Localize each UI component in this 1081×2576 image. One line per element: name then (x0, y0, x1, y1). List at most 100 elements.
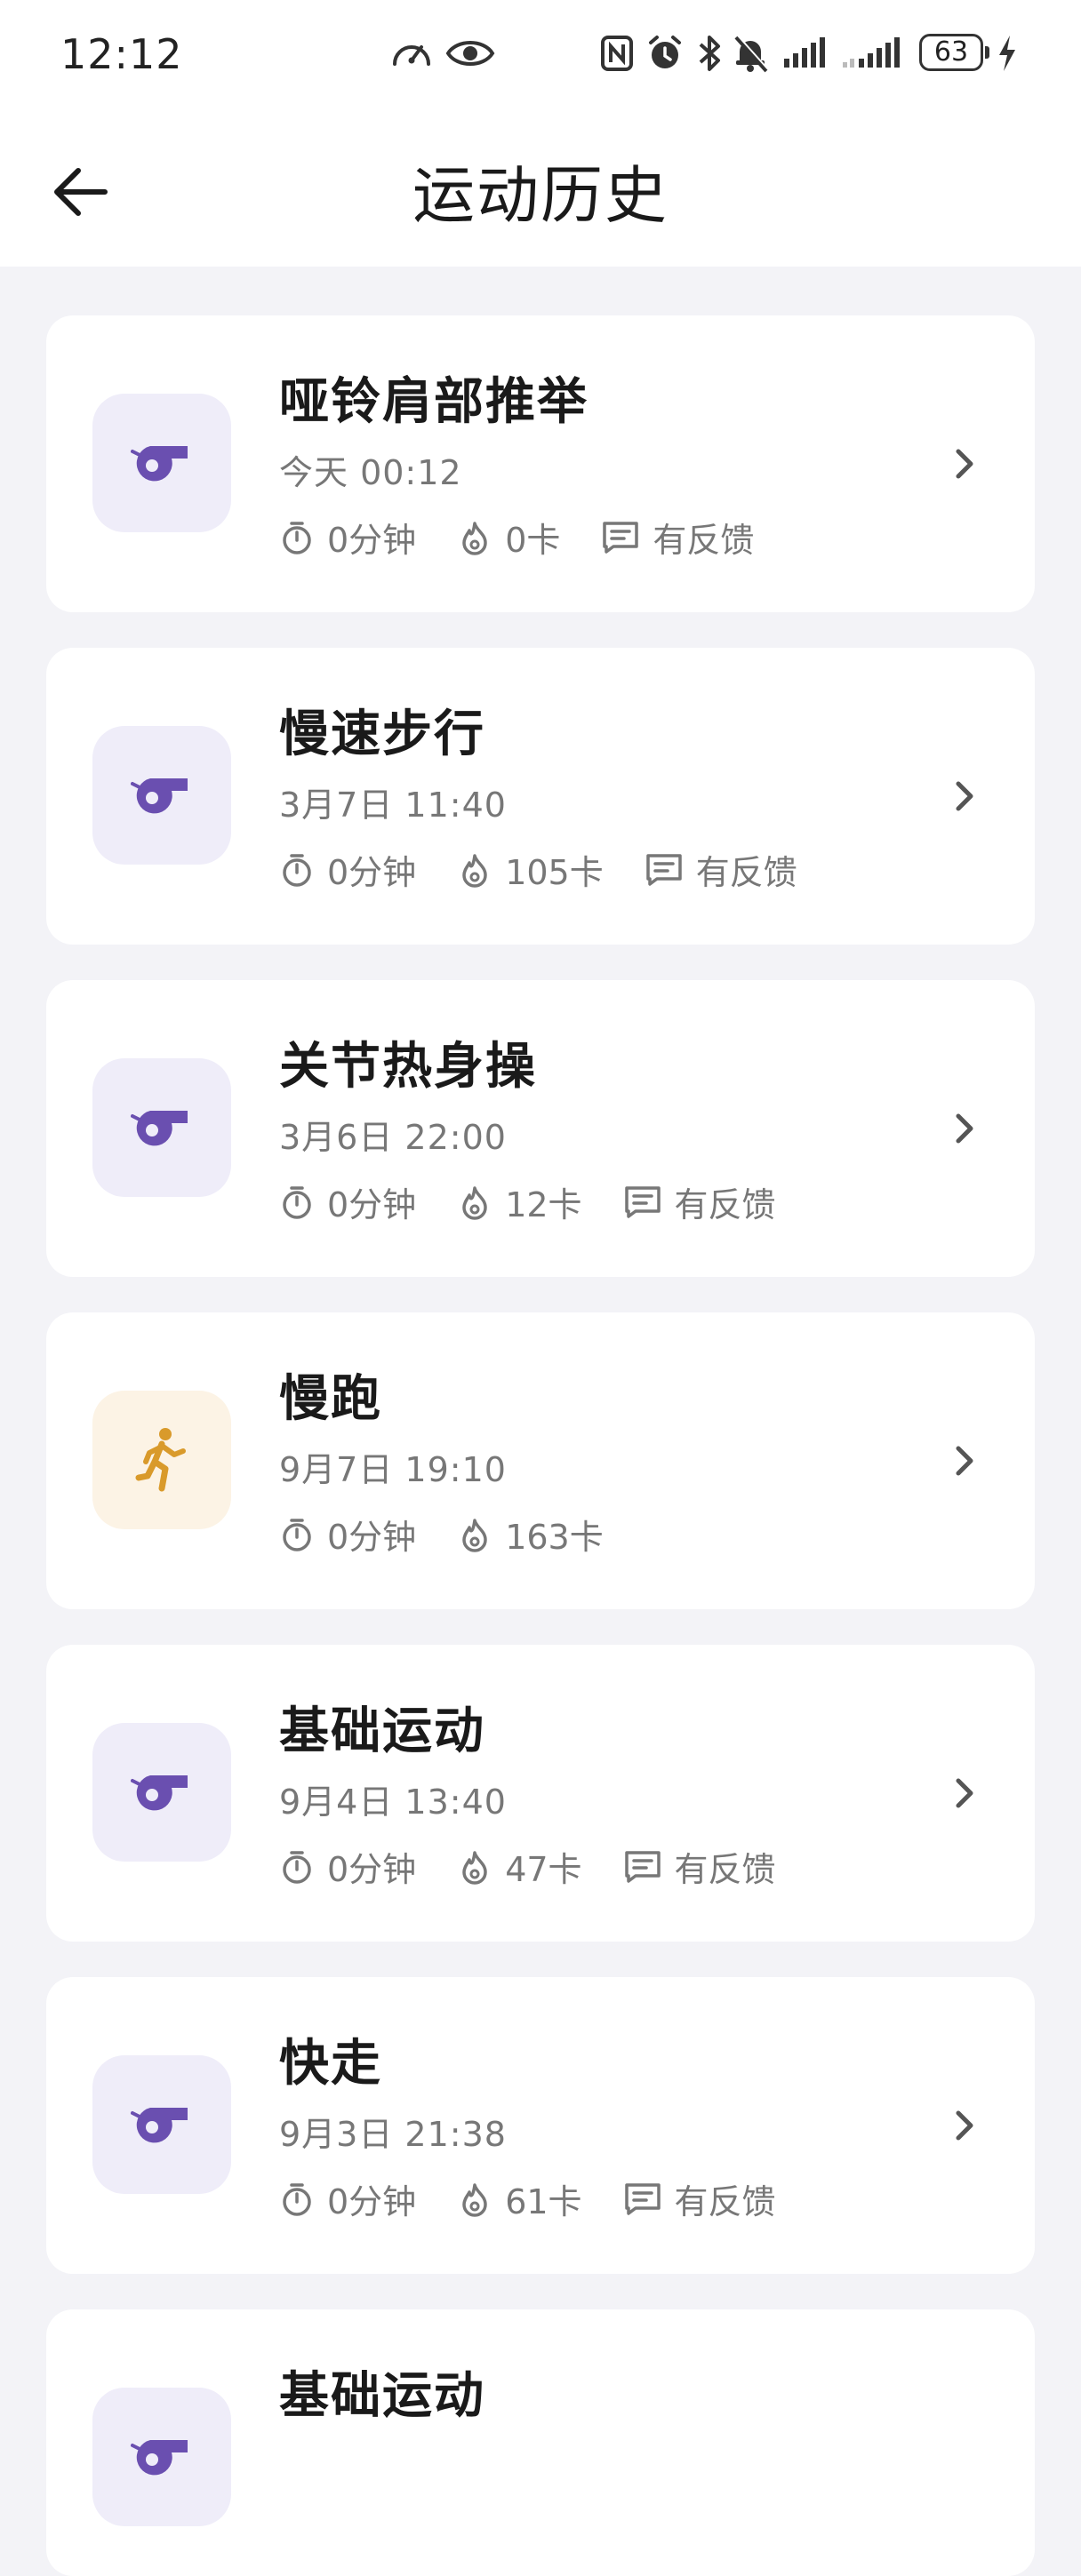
duration-metric: 0分钟 (279, 1842, 416, 1891)
calories-value: 12卡 (505, 1185, 582, 1224)
calories-metric: 61卡 (457, 2174, 582, 2223)
timer-icon (283, 2182, 311, 2216)
workout-record-card[interactable]: 关节热身操 3月6日 22:00 0分钟 12卡 有反馈 (46, 980, 1035, 1277)
workout-record-card[interactable]: 慢跑 9月7日 19:10 0分钟 163卡 (46, 1312, 1035, 1609)
charging-icon (999, 36, 1015, 71)
bluetooth-icon (699, 36, 720, 71)
feedback-metric: 有反馈 (645, 845, 797, 894)
workout-metrics: 0分钟 47卡 有反馈 (279, 1842, 817, 1891)
feedback-label: 有反馈 (674, 1850, 776, 1889)
feedback-label: 有反馈 (674, 2182, 776, 2221)
workout-thumbnail (92, 1391, 231, 1529)
workout-date: 3月6日 22:00 (279, 1118, 507, 1157)
duration-metric: 0分钟 (279, 1510, 416, 1559)
alarm-icon (649, 36, 681, 68)
feedback-metric: 有反馈 (601, 513, 754, 562)
feedback-metric: 有反馈 (623, 2174, 776, 2223)
chevron-right-icon (956, 1778, 973, 1808)
whistle-icon (131, 778, 188, 814)
workout-thumbnail (92, 394, 231, 532)
calories-value: 163卡 (505, 1518, 604, 1557)
workout-record-card[interactable]: 慢速步行 3月7日 11:40 0分钟 105卡 有反馈 (46, 648, 1035, 945)
calories-value: 47卡 (505, 1850, 582, 1889)
workout-title: 慢跑 (279, 1370, 382, 1428)
workout-metrics: 0分钟 105卡 有反馈 (279, 845, 838, 894)
workout-thumbnail (92, 726, 231, 865)
flame-icon (462, 1185, 487, 1220)
workout-record-card[interactable]: 基础运动 (46, 2309, 1035, 2576)
duration-value: 0分钟 (327, 1185, 417, 1224)
page-title: 运动历史 (412, 159, 669, 232)
top-area: 12:12 63 运动历史 (0, 0, 1081, 267)
chevron-right-icon (956, 2110, 973, 2141)
whistle-icon (131, 1111, 188, 1146)
duration-metric: 0分钟 (279, 2174, 416, 2223)
duration-metric: 0分钟 (279, 513, 416, 562)
workout-record-card[interactable]: 快走 9月3日 21:38 0分钟 61卡 有反馈 (46, 1977, 1035, 2274)
feedback-label: 有反馈 (653, 521, 755, 560)
workout-metrics: 0分钟 163卡 (279, 1510, 645, 1559)
eye-icon (445, 41, 495, 66)
workout-title: 基础运动 (279, 1703, 485, 1760)
calories-metric: 105卡 (457, 845, 604, 894)
timer-icon (283, 1518, 311, 1551)
duration-metric: 0分钟 (279, 845, 416, 894)
whistle-icon (131, 2440, 188, 2476)
whistle-icon (131, 2108, 188, 2143)
app-header: 运动历史 (0, 107, 1081, 267)
feedback-icon (603, 521, 639, 554)
workout-date: 9月3日 21:38 (279, 2115, 507, 2154)
feedback-icon (645, 853, 682, 886)
flame-icon (462, 521, 487, 555)
flame-icon (462, 853, 487, 888)
feedback-icon (624, 1850, 661, 1883)
calories-value: 105卡 (505, 853, 604, 892)
workout-thumbnail (92, 1058, 231, 1197)
timer-icon (283, 521, 311, 554)
workout-thumbnail (92, 2055, 231, 2194)
duration-value: 0分钟 (327, 521, 417, 560)
duration-value: 0分钟 (327, 1518, 417, 1557)
timer-icon (283, 1850, 311, 1884)
workout-title: 快走 (279, 2035, 382, 2093)
workout-title: 哑铃肩部推举 (279, 373, 589, 431)
nfc-icon (601, 36, 633, 71)
flame-icon (462, 1518, 487, 1552)
flame-icon (462, 2182, 487, 2217)
feedback-icon (624, 1185, 661, 1218)
signal-icon (843, 37, 900, 68)
running-icon (135, 1428, 186, 1492)
workout-metrics: 0分钟 61卡 有反馈 (279, 2174, 817, 2223)
mute-icon (734, 35, 769, 73)
whistle-icon (131, 446, 188, 482)
workout-date: 3月7日 11:40 (279, 786, 507, 825)
whistle-icon (131, 1775, 188, 1811)
chevron-right-icon (956, 1446, 973, 1476)
timer-icon (283, 853, 311, 887)
duration-value: 0分钟 (327, 853, 417, 892)
feedback-label: 有反馈 (695, 853, 797, 892)
workout-title: 关节热身操 (279, 1038, 537, 1096)
workout-date: 9月4日 13:40 (279, 1782, 507, 1822)
workout-date: 9月7日 19:10 (279, 1450, 507, 1489)
calories-metric: 0卡 (457, 513, 560, 562)
workout-record-card[interactable]: 哑铃肩部推举 今天 00:12 0分钟 0卡 有反馈 (46, 315, 1035, 612)
signal-icon (784, 37, 825, 68)
workout-record-card[interactable]: 基础运动 9月4日 13:40 0分钟 47卡 有反馈 (46, 1645, 1035, 1942)
workout-history-list: 哑铃肩部推举 今天 00:12 0分钟 0卡 有反馈 慢速步行 3月7日 11:… (46, 315, 1035, 2576)
duration-metric: 0分钟 (279, 1177, 416, 1226)
battery-indicator: 63 (919, 34, 989, 71)
feedback-metric: 有反馈 (623, 1842, 776, 1891)
chevron-right-icon (956, 781, 973, 811)
feedback-metric: 有反馈 (623, 1177, 776, 1226)
flame-icon (462, 1850, 487, 1885)
chevron-right-icon (956, 449, 973, 479)
timer-icon (283, 1185, 311, 1219)
feedback-icon (624, 2182, 661, 2215)
calories-metric: 163卡 (457, 1510, 604, 1559)
calories-value: 0卡 (505, 521, 561, 560)
workout-title: 基础运动 (279, 2367, 485, 2425)
feedback-label: 有反馈 (674, 1185, 776, 1224)
calories-metric: 12卡 (457, 1177, 582, 1226)
workout-metrics: 0分钟 12卡 有反馈 (279, 1177, 817, 1226)
